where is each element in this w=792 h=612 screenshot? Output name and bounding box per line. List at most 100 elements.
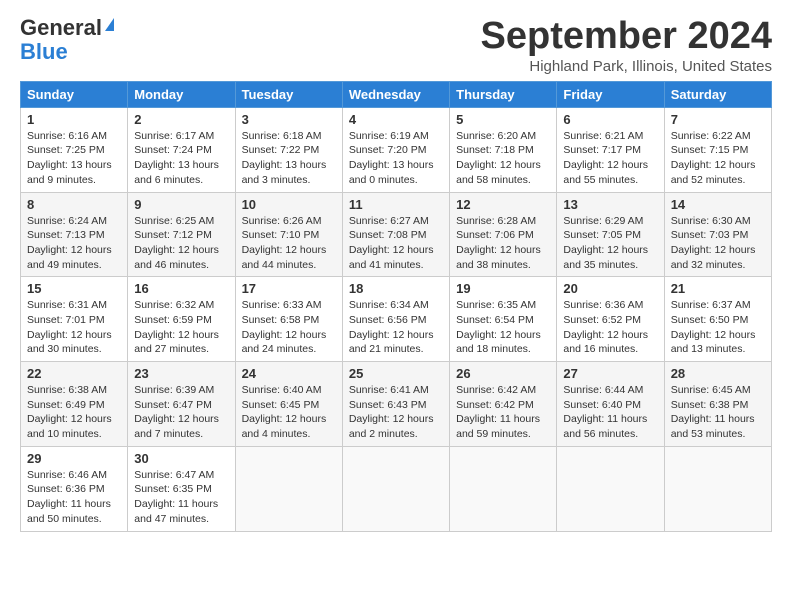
calendar-week-row: 29Sunrise: 6:46 AMSunset: 6:36 PMDayligh… — [21, 446, 772, 531]
day-detail: Sunrise: 6:37 AMSunset: 6:50 PMDaylight:… — [671, 298, 765, 357]
calendar-cell: 4Sunrise: 6:19 AMSunset: 7:20 PMDaylight… — [342, 107, 449, 192]
day-detail: Sunrise: 6:36 AMSunset: 6:52 PMDaylight:… — [563, 298, 657, 357]
daylight-label: Daylight: 12 hours and 52 minutes. — [671, 159, 756, 186]
day-number: 30 — [134, 451, 228, 466]
calendar-cell: 8 Sunrise: 6:24 AM Sunset: 7:13 PM Daylight… — [21, 192, 128, 277]
sunset-label: Sunset: 7:24 PM — [134, 144, 212, 156]
daylight-label: Daylight: 12 hours and 2 minutes. — [349, 413, 434, 440]
day-detail: Sunrise: 6:35 AMSunset: 6:54 PMDaylight:… — [456, 298, 550, 357]
sunset-label: Sunset: 6:52 PM — [563, 314, 641, 326]
calendar-cell: 6Sunrise: 6:21 AMSunset: 7:17 PMDaylight… — [557, 107, 664, 192]
day-detail: Sunrise: 6:47 AMSunset: 6:35 PMDaylight:… — [134, 468, 228, 527]
logo: General Blue — [20, 16, 114, 64]
daylight-label: Daylight: 12 hours and 21 minutes. — [349, 329, 434, 356]
day-detail: Sunrise: 6:46 AMSunset: 6:36 PMDaylight:… — [27, 468, 121, 527]
calendar-cell: 7Sunrise: 6:22 AMSunset: 7:15 PMDaylight… — [664, 107, 771, 192]
sunrise-label: Sunrise: 6:24 AM — [27, 215, 107, 227]
calendar-cell: 22Sunrise: 6:38 AMSunset: 6:49 PMDayligh… — [21, 362, 128, 447]
calendar-cell: 15Sunrise: 6:31 AMSunset: 7:01 PMDayligh… — [21, 277, 128, 362]
day-detail: Sunrise: 6:40 AMSunset: 6:45 PMDaylight:… — [242, 383, 336, 442]
weekday-header-sunday: Sunday — [21, 81, 128, 107]
month-title: September 2024 — [481, 16, 773, 58]
day-detail: Sunrise: 6:28 AMSunset: 7:06 PMDaylight:… — [456, 214, 550, 273]
sunrise-label: Sunrise: 6:46 AM — [27, 469, 107, 481]
day-detail: Sunrise: 6:21 AMSunset: 7:17 PMDaylight:… — [563, 129, 657, 188]
day-detail: Sunrise: 6:45 AMSunset: 6:38 PMDaylight:… — [671, 383, 765, 442]
daylight-label: Daylight: 12 hours and 46 minutes. — [134, 244, 219, 271]
sunrise-label: Sunrise: 6:41 AM — [349, 384, 429, 396]
logo-blue: Blue — [20, 39, 68, 64]
sunrise-label: Sunrise: 6:28 AM — [456, 215, 536, 227]
weekday-header-wednesday: Wednesday — [342, 81, 449, 107]
sunset-label: Sunset: 7:25 PM — [27, 144, 105, 156]
day-detail: Sunrise: 6:31 AMSunset: 7:01 PMDaylight:… — [27, 298, 121, 357]
day-detail: Sunrise: 6:33 AMSunset: 6:58 PMDaylight:… — [242, 298, 336, 357]
weekday-header-thursday: Thursday — [450, 81, 557, 107]
calendar-cell — [342, 446, 449, 531]
calendar-week-row: 8 Sunrise: 6:24 AM Sunset: 7:13 PM Daylight… — [21, 192, 772, 277]
day-detail: Sunrise: 6:30 AMSunset: 7:03 PMDaylight:… — [671, 214, 765, 273]
calendar-cell: 2Sunrise: 6:17 AMSunset: 7:24 PMDaylight… — [128, 107, 235, 192]
calendar-cell: 25Sunrise: 6:41 AMSunset: 6:43 PMDayligh… — [342, 362, 449, 447]
calendar-cell: 18Sunrise: 6:34 AMSunset: 6:56 PMDayligh… — [342, 277, 449, 362]
page-header: General Blue September 2024 Highland Par… — [20, 16, 772, 75]
sunset-label: Sunset: 7:12 PM — [134, 229, 212, 241]
calendar-cell: 13Sunrise: 6:29 AMSunset: 7:05 PMDayligh… — [557, 192, 664, 277]
day-number: 16 — [134, 281, 228, 296]
daylight-label: Daylight: 12 hours and 44 minutes. — [242, 244, 327, 271]
calendar-cell: 19Sunrise: 6:35 AMSunset: 6:54 PMDayligh… — [450, 277, 557, 362]
calendar-cell: 24Sunrise: 6:40 AMSunset: 6:45 PMDayligh… — [235, 362, 342, 447]
calendar-cell: 16 Sunrise: 6:32 AMSunset: 6:59 PMDayligh… — [128, 277, 235, 362]
sunset-label: Sunset: 6:49 PM — [27, 399, 105, 411]
day-number: 25 — [349, 366, 443, 381]
daylight-label: Daylight: 12 hours and 49 minutes. — [27, 244, 112, 271]
sunrise-label: Sunrise: 6:39 AM — [134, 384, 214, 396]
day-number: 12 — [456, 197, 550, 212]
calendar-body: 1Sunrise: 6:16 AMSunset: 7:25 PMDaylight… — [21, 107, 772, 531]
sunset-label: Sunset: 6:47 PM — [134, 399, 212, 411]
day-detail: Sunrise: 6:22 AMSunset: 7:15 PMDaylight:… — [671, 129, 765, 188]
day-number: 23 — [134, 366, 228, 381]
sunrise-label: Sunrise: 6:17 AM — [134, 130, 214, 142]
sunset-label: Sunset: 7:13 PM — [27, 229, 105, 241]
day-detail: Sunrise: 6:32 AMSunset: 6:59 PMDaylight:… — [134, 298, 228, 357]
sunrise-label: Sunrise: 6:21 AM — [563, 130, 643, 142]
day-number: 9 — [134, 197, 228, 212]
daylight-label: Daylight: 12 hours and 4 minutes. — [242, 413, 327, 440]
daylight-label: Daylight: 12 hours and 10 minutes. — [27, 413, 112, 440]
day-number: 3 — [242, 112, 336, 127]
sunrise-label: Sunrise: 6:38 AM — [27, 384, 107, 396]
day-number: 17 — [242, 281, 336, 296]
day-number: 1 — [27, 112, 121, 127]
day-detail: Sunrise: 6:27 AMSunset: 7:08 PMDaylight:… — [349, 214, 443, 273]
calendar-cell: 17 Sunrise: 6:33 AMSunset: 6:58 PMDayligh… — [235, 277, 342, 362]
sunset-label: Sunset: 7:10 PM — [242, 229, 320, 241]
day-detail: Sunrise: 6:17 AMSunset: 7:24 PMDaylight:… — [134, 129, 228, 188]
calendar-cell: 26Sunrise: 6:42 AMSunset: 6:42 PMDayligh… — [450, 362, 557, 447]
day-number: 27 — [563, 366, 657, 381]
day-number: 13 — [563, 197, 657, 212]
sunrise-label: Sunrise: 6:33 AM — [242, 299, 322, 311]
sunrise-label: Sunrise: 6:47 AM — [134, 469, 214, 481]
calendar-cell: 28Sunrise: 6:45 AMSunset: 6:38 PMDayligh… — [664, 362, 771, 447]
day-number: 10 — [242, 197, 336, 212]
calendar-cell: 11Sunrise: 6:27 AMSunset: 7:08 PMDayligh… — [342, 192, 449, 277]
logo-general: General — [20, 15, 102, 40]
calendar-cell: 1Sunrise: 6:16 AMSunset: 7:25 PMDaylight… — [21, 107, 128, 192]
daylight-label: Daylight: 11 hours and 56 minutes. — [563, 413, 647, 440]
sunset-label: Sunset: 6:50 PM — [671, 314, 749, 326]
day-detail: Sunrise: 6:20 AMSunset: 7:18 PMDaylight:… — [456, 129, 550, 188]
sunset-label: Sunset: 7:05 PM — [563, 229, 641, 241]
calendar-cell: 12 Sunrise: 6:28 AMSunset: 7:06 PMDayligh… — [450, 192, 557, 277]
sunset-label: Sunset: 7:08 PM — [349, 229, 427, 241]
day-number: 8 — [27, 197, 121, 212]
sunset-label: Sunset: 7:22 PM — [242, 144, 320, 156]
day-detail: Sunrise: 6:44 AMSunset: 6:40 PMDaylight:… — [563, 383, 657, 442]
calendar-cell: 23Sunrise: 6:39 AMSunset: 6:47 PMDayligh… — [128, 362, 235, 447]
daylight-label: Daylight: 12 hours and 16 minutes. — [563, 329, 648, 356]
sunset-label: Sunset: 6:54 PM — [456, 314, 534, 326]
daylight-label: Daylight: 12 hours and 30 minutes. — [27, 329, 112, 356]
daylight-label: Daylight: 12 hours and 18 minutes. — [456, 329, 541, 356]
daylight-label: Daylight: 12 hours and 35 minutes. — [563, 244, 648, 271]
day-detail: Sunrise: 6:38 AM Sunset: 6:49 PM Daylight:… — [27, 383, 121, 442]
